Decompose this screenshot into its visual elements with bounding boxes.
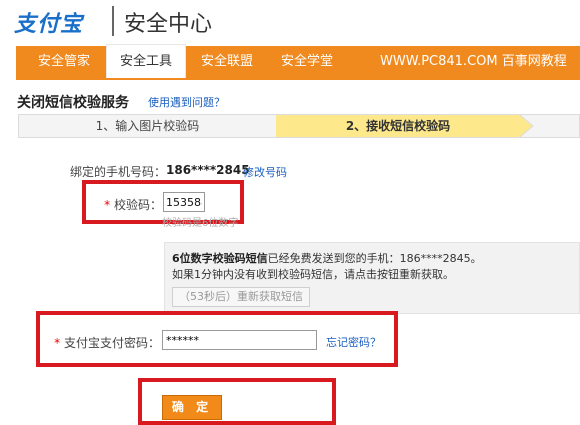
- nav-item-security-school[interactable]: 安全学堂: [268, 46, 346, 78]
- step-2-active: 2、接收短信校验码: [276, 115, 520, 137]
- logo-text: 支付宝: [14, 12, 84, 37]
- phone-label: 绑定的手机号码：: [69, 165, 166, 179]
- alipay-logo[interactable]: 支付宝: [14, 6, 83, 38]
- site-title: 安全中心: [124, 12, 213, 37]
- code-label: 校验码：: [113, 198, 162, 212]
- resend-sms-button[interactable]: （53秒后）重新获取短信: [172, 287, 310, 307]
- help-link[interactable]: 使用遇到问题？: [148, 94, 225, 110]
- sms-info-bold: 6位数字校验码短信: [172, 252, 268, 265]
- sms-info-line1: 6位数字校验码短信已经免费发送到您的手机：186****2845。: [172, 250, 482, 266]
- phone-value: 186****2845: [166, 163, 250, 177]
- required-star: *: [104, 198, 111, 212]
- required-star-pwd: *: [54, 336, 61, 350]
- nav-underline: [16, 78, 580, 80]
- page-title: 关闭短信校验服务: [17, 95, 129, 111]
- nav-item-security-alliance[interactable]: 安全联盟: [188, 46, 266, 78]
- pwd-label: 支付宝支付密码：: [63, 336, 160, 350]
- step-1: 1、输入图片校验码: [95, 119, 200, 133]
- watermark-text: WWW.PC841.COM 百事网教程: [380, 54, 567, 69]
- pwd-label-row: * 支付宝支付密码：: [50, 334, 160, 351]
- nav-item-security-tools[interactable]: 安全工具: [106, 44, 186, 78]
- forgot-password-link[interactable]: 忘记密码？: [326, 334, 381, 350]
- edit-phone-link[interactable]: 修改号码: [243, 164, 287, 180]
- password-input[interactable]: [162, 330, 317, 350]
- sms-info-line2: 如果1分钟内没有收到校验码短信，请点击按钮重新获取。: [172, 268, 454, 281]
- step-arrow-icon: [505, 115, 534, 137]
- code-input[interactable]: [163, 192, 205, 212]
- code-label-row: * 校验码：: [98, 196, 162, 213]
- header-divider: [112, 6, 114, 36]
- code-hint: 校验码是6位数字: [162, 218, 239, 229]
- confirm-button[interactable]: 确 定: [162, 395, 222, 420]
- nav-item-security-manager[interactable]: 安全管家: [24, 46, 104, 78]
- sms-info-rest: 已经免费发送到您的手机：186****2845。: [267, 252, 482, 265]
